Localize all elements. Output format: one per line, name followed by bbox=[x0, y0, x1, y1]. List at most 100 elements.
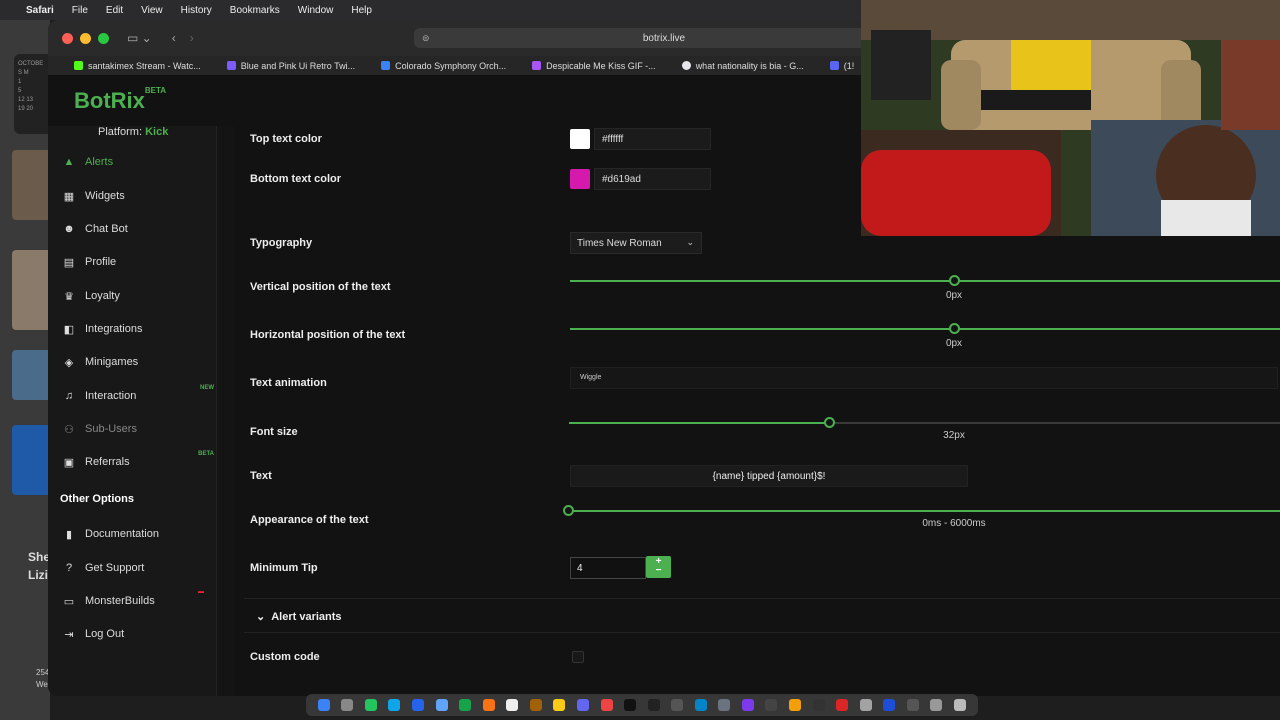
appearance-thumb-start[interactable] bbox=[563, 505, 574, 516]
alert-text-input[interactable]: {name} tipped {amount}$! bbox=[570, 465, 968, 487]
platform-label: Platform: bbox=[98, 126, 143, 138]
app-icon[interactable] bbox=[930, 699, 943, 711]
zoom-window-button[interactable] bbox=[98, 32, 109, 44]
launchpad-icon[interactable] bbox=[341, 699, 354, 711]
app-icon[interactable] bbox=[671, 699, 684, 711]
bookmark-item[interactable]: what nationality is bia - G... bbox=[681, 61, 804, 71]
vertical-position-label: Vertical position of the text bbox=[250, 281, 391, 293]
grid-icon: ▦ bbox=[63, 190, 75, 203]
minimize-window-button[interactable] bbox=[80, 32, 91, 44]
messages-icon[interactable] bbox=[364, 699, 377, 711]
horizontal-position-thumb[interactable] bbox=[949, 323, 960, 334]
alert-variants-toggle[interactable]: ⌄ Alert variants bbox=[256, 610, 342, 623]
minimum-tip-input[interactable]: 4 bbox=[570, 557, 646, 579]
app-icon[interactable] bbox=[765, 699, 778, 711]
sidebar-item-referrals[interactable]: ▣ Referrals BETA bbox=[62, 450, 214, 474]
desktop-thumbnail bbox=[12, 425, 52, 495]
top-text-color-input[interactable]: #ffffff bbox=[594, 128, 711, 150]
menu-file[interactable]: File bbox=[72, 5, 88, 16]
app-header: BotRixBETA bbox=[48, 76, 868, 126]
app-icon[interactable] bbox=[624, 699, 637, 711]
sidebar-divider bbox=[216, 126, 217, 696]
vertical-position-track[interactable] bbox=[570, 280, 1280, 282]
close-window-button[interactable] bbox=[62, 32, 73, 44]
sidebar-toggle-icon[interactable]: ▭ ⌄ bbox=[127, 31, 152, 45]
sidebar-item-profile[interactable]: ▤ Profile bbox=[62, 250, 212, 274]
photos-icon[interactable] bbox=[482, 699, 495, 711]
font-size-thumb[interactable] bbox=[824, 417, 835, 428]
logout-icon: ⇥ bbox=[64, 628, 74, 641]
notes-icon[interactable] bbox=[553, 699, 566, 711]
bookmark-item[interactable]: santakimex Stream - Watc... bbox=[74, 61, 201, 71]
sidebar-item-sub-users[interactable]: ⚇ Sub-Users bbox=[62, 417, 212, 441]
calendar-icon[interactable] bbox=[506, 699, 519, 711]
menu-app-name[interactable]: Safari bbox=[26, 5, 54, 16]
botrix-logo[interactable]: BotRixBETA bbox=[74, 86, 166, 114]
sidebar-item-integrations[interactable]: ◧ Integrations bbox=[62, 317, 212, 341]
sidebar-item-label: Get Support bbox=[85, 562, 145, 574]
window-controls bbox=[62, 32, 109, 44]
horizontal-position-track[interactable] bbox=[570, 328, 1280, 330]
sidebar-item-interaction[interactable]: ♫ Interaction NEW bbox=[62, 384, 214, 408]
bottom-text-color-swatch[interactable] bbox=[570, 169, 590, 189]
vertical-position-thumb[interactable] bbox=[949, 275, 960, 286]
sidebar-item-minigames[interactable]: ◈ Minigames bbox=[62, 350, 212, 374]
menu-history[interactable]: History bbox=[181, 5, 212, 16]
font-size-track-filled[interactable] bbox=[569, 422, 831, 424]
back-icon[interactable]: ‹ bbox=[172, 31, 176, 45]
bottom-text-color-input[interactable]: #d619ad bbox=[594, 168, 711, 190]
app-icon[interactable] bbox=[789, 699, 802, 711]
decrement-icon[interactable]: − bbox=[646, 566, 671, 576]
facetime-icon[interactable] bbox=[459, 699, 472, 711]
sidebar-item-label: Alerts bbox=[85, 156, 114, 168]
menu-edit[interactable]: Edit bbox=[106, 5, 123, 16]
sidebar-item-alerts[interactable]: ▲ Alerts bbox=[62, 150, 212, 174]
app-icon[interactable] bbox=[859, 699, 872, 711]
address-bar[interactable]: ⊜ botrix.live bbox=[414, 28, 914, 48]
sidebar-item-label: Documentation bbox=[85, 528, 159, 540]
custom-code-checkbox[interactable] bbox=[572, 651, 584, 663]
contacts-icon[interactable] bbox=[529, 699, 542, 711]
bookmark-item[interactable]: Colorado Symphony Orch... bbox=[381, 61, 506, 71]
menu-window[interactable]: Window bbox=[298, 5, 334, 16]
bookmark-item[interactable]: (1! bbox=[829, 61, 854, 71]
sidebar-item-documentation[interactable]: ▮ Documentation bbox=[62, 522, 212, 546]
sidebar-item-log-out[interactable]: ⇥ Log Out bbox=[62, 622, 212, 646]
font-size-value: 32px bbox=[943, 430, 965, 441]
settings-icon[interactable] bbox=[718, 699, 731, 711]
trash-icon[interactable] bbox=[953, 699, 966, 711]
maps-icon[interactable] bbox=[435, 699, 448, 711]
minimum-tip-stepper[interactable]: + − bbox=[646, 556, 671, 578]
text-animation-select[interactable]: Wiggle bbox=[570, 367, 1278, 389]
finder-icon[interactable] bbox=[317, 699, 330, 711]
chrome-icon[interactable] bbox=[836, 699, 849, 711]
top-text-color-swatch[interactable] bbox=[570, 129, 590, 149]
desktop-thumbnail bbox=[12, 250, 52, 330]
font-size-track-empty[interactable] bbox=[831, 422, 1280, 424]
safari-icon[interactable] bbox=[388, 699, 401, 711]
appearance-value: 0ms - 6000ms bbox=[922, 518, 986, 529]
app-icon[interactable] bbox=[741, 699, 754, 711]
help-icon[interactable] bbox=[906, 699, 919, 711]
bookmark-item[interactable]: Blue and Pink Ui Retro Twi... bbox=[226, 61, 355, 71]
app-icon[interactable] bbox=[694, 699, 707, 711]
appearance-track[interactable] bbox=[570, 510, 1280, 512]
appletv-icon[interactable] bbox=[647, 699, 660, 711]
app-icon[interactable] bbox=[812, 699, 825, 711]
menu-help[interactable]: Help bbox=[351, 5, 372, 16]
bookmark-item[interactable]: Despicable Me Kiss GIF -... bbox=[532, 61, 656, 71]
music-app-icon[interactable] bbox=[600, 699, 613, 711]
typography-select[interactable]: Times New Roman ⌄ bbox=[570, 232, 702, 254]
sidebar-item-get-support[interactable]: ? Get Support bbox=[62, 556, 212, 580]
menu-view[interactable]: View bbox=[141, 5, 163, 16]
mail-icon[interactable] bbox=[412, 699, 425, 711]
sidebar-item-loyalty[interactable]: ♛ Loyalty bbox=[62, 284, 212, 308]
sidebar-item-monsterbuilds[interactable]: ▭ MonsterBuilds ▬ bbox=[62, 589, 212, 613]
sidebar-item-chat-bot[interactable]: ☻ Chat Bot bbox=[62, 217, 212, 241]
app-icon[interactable] bbox=[576, 699, 589, 711]
menu-bookmarks[interactable]: Bookmarks bbox=[230, 5, 280, 16]
app-icon[interactable] bbox=[883, 699, 896, 711]
chevron-down-icon: ⌄ bbox=[686, 237, 694, 247]
sidebar-item-widgets[interactable]: ▦ Widgets bbox=[62, 184, 212, 208]
forward-icon[interactable]: › bbox=[190, 31, 194, 45]
